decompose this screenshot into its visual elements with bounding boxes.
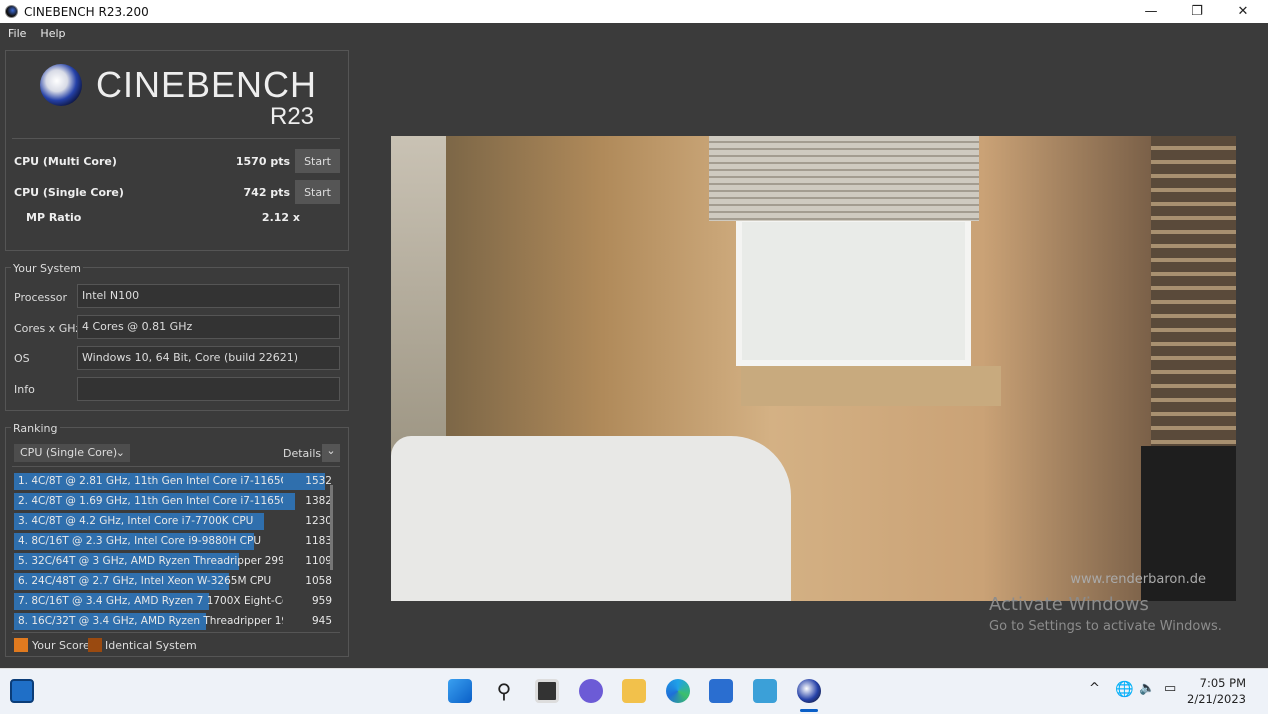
- menu-file[interactable]: File: [8, 27, 26, 40]
- ranking-title: Ranking: [11, 422, 60, 435]
- ranking-label: 8. 16C/32T @ 3.4 GHz, AMD Ryzen Threadri…: [18, 615, 283, 627]
- logo-word: CINEBENCH: [96, 64, 318, 105]
- search-icon[interactable]: ⚲: [492, 679, 516, 703]
- ranking-label: 1. 4C/8T @ 2.81 GHz, 11th Gen Intel Core…: [18, 475, 283, 487]
- dropdown-value: CPU (Single Core): [20, 446, 118, 459]
- chevron-up-icon[interactable]: ^: [1089, 681, 1100, 696]
- activate-windows-title: Activate Windows: [989, 594, 1149, 615]
- ranking-score: 1183: [305, 535, 332, 547]
- battery-icon[interactable]: ▭: [1164, 681, 1176, 696]
- identical-system-legend: Identical System: [105, 639, 197, 652]
- divider: [12, 138, 340, 139]
- your-score-swatch: [14, 638, 28, 652]
- processor-field[interactable]: Intel N100: [77, 284, 340, 308]
- cinebench-taskbar-icon[interactable]: [797, 679, 821, 703]
- multi-core-start-button[interactable]: Start: [295, 149, 340, 173]
- multi-core-score: 1570 pts: [235, 155, 290, 168]
- ranking-score: 1058: [305, 575, 332, 587]
- close-button[interactable]: ✕: [1220, 0, 1266, 23]
- ranking-label: 7. 8C/16T @ 3.4 GHz, AMD Ryzen 7 1700X E…: [18, 595, 283, 607]
- ranking-row[interactable]: 7. 8C/16T @ 3.4 GHz, AMD Ryzen 7 1700X E…: [14, 593, 334, 610]
- volume-icon[interactable]: 🔈: [1139, 681, 1155, 696]
- file-explorer-icon[interactable]: [622, 679, 646, 703]
- activate-windows-subtitle: Go to Settings to activate Windows.: [989, 619, 1222, 634]
- ranking-row[interactable]: 2. 4C/8T @ 1.69 GHz, 11th Gen Intel Core…: [14, 493, 334, 510]
- ranking-label: 5. 32C/64T @ 3 GHz, AMD Ryzen Threadripp…: [18, 555, 283, 567]
- task-view-icon[interactable]: [535, 679, 559, 703]
- chevron-down-icon: ⌄: [115, 446, 125, 459]
- active-indicator: [800, 709, 818, 712]
- single-core-start-button[interactable]: Start: [295, 180, 340, 204]
- clock-time: 7:05 PM: [1199, 676, 1246, 690]
- start-icon[interactable]: [448, 679, 472, 703]
- ranking-score: 945: [311, 615, 332, 627]
- clock-date: 2/21/2023: [1187, 692, 1246, 706]
- single-core-score: 742 pts: [243, 186, 290, 199]
- logo-version: R23: [270, 103, 315, 130]
- render-viewport: www.renderbaron.de: [391, 136, 1236, 601]
- details-toggle-button[interactable]: ⌄: [322, 444, 340, 462]
- divider: [12, 632, 340, 633]
- minimize-button[interactable]: —: [1128, 0, 1174, 23]
- mp-ratio-value: 2.12 x: [261, 211, 300, 224]
- os-label: OS: [14, 352, 30, 365]
- ranking-type-dropdown[interactable]: CPU (Single Core) ⌄: [14, 444, 130, 462]
- os-field[interactable]: Windows 10, 64 Bit, Core (build 22621): [77, 346, 340, 370]
- app-icon[interactable]: [753, 679, 777, 703]
- store-icon[interactable]: [709, 679, 733, 703]
- details-label: Details: [283, 447, 322, 460]
- multi-core-label: CPU (Multi Core): [14, 155, 117, 168]
- ranking-row[interactable]: 8. 16C/32T @ 3.4 GHz, AMD Ryzen Threadri…: [14, 613, 334, 630]
- ranking-score: 959: [311, 595, 332, 607]
- ranking-row[interactable]: 6. 24C/48T @ 2.7 GHz, Intel Xeon W-3265M…: [14, 573, 334, 590]
- cinebench-logo: CINEBENCH: [40, 64, 317, 106]
- chat-icon[interactable]: [579, 679, 603, 703]
- ranking-row[interactable]: 1. 4C/8T @ 2.81 GHz, 11th Gen Intel Core…: [14, 473, 334, 490]
- network-icon[interactable]: 🌐: [1115, 680, 1134, 698]
- title-bar: CINEBENCH R23.200 — ❐ ✕: [0, 0, 1268, 23]
- ranking-label: 3. 4C/8T @ 4.2 GHz, Intel Core i7-7700K …: [18, 515, 254, 527]
- ranking-score: 1382: [305, 495, 332, 507]
- cores-field[interactable]: 4 Cores @ 0.81 GHz: [77, 315, 340, 339]
- clock[interactable]: 7:05 PM 2/21/2023: [1187, 675, 1246, 707]
- your-score-legend: Your Score: [32, 639, 90, 652]
- menu-bar: File Help: [0, 23, 1268, 43]
- ranking-label: 4. 8C/16T @ 2.3 GHz, Intel Core i9-9880H…: [18, 535, 262, 547]
- single-core-label: CPU (Single Core): [14, 186, 124, 199]
- ranking-score: 1532: [305, 475, 332, 487]
- window-title: CINEBENCH R23.200: [24, 4, 149, 19]
- ranking-row[interactable]: 5. 32C/64T @ 3 GHz, AMD Ryzen Threadripp…: [14, 553, 334, 570]
- mp-ratio-label: MP Ratio: [26, 211, 82, 224]
- info-field[interactable]: [77, 377, 340, 401]
- ranking-label: 2. 4C/8T @ 1.69 GHz, 11th Gen Intel Core…: [18, 495, 283, 507]
- maximize-button[interactable]: ❐: [1174, 0, 1220, 23]
- cinebench-app-icon: [5, 5, 18, 18]
- processor-label: Processor: [14, 291, 67, 304]
- ranking-row[interactable]: 3. 4C/8T @ 4.2 GHz, Intel Core i7-7700K …: [14, 513, 334, 530]
- ranking-score: 1230: [305, 515, 332, 527]
- taskbar: ⚲ ^ 🌐 🔈 ▭ 7:05 PM 2/21/2023: [0, 668, 1268, 714]
- ranking-score: 1109: [305, 555, 332, 567]
- identical-system-swatch: [88, 638, 102, 652]
- widgets-icon[interactable]: [10, 679, 34, 703]
- ranking-label: 6. 24C/48T @ 2.7 GHz, Intel Xeon W-3265M…: [18, 575, 272, 587]
- ranking-scrollbar[interactable]: [330, 485, 333, 570]
- info-label: Info: [14, 383, 35, 396]
- your-system-title: Your System: [11, 262, 83, 275]
- divider: [12, 466, 340, 467]
- edge-icon[interactable]: [666, 679, 690, 703]
- menu-help[interactable]: Help: [40, 27, 65, 40]
- render-watermark: www.renderbaron.de: [1070, 572, 1206, 587]
- cores-label: Cores x GHz: [14, 322, 82, 335]
- ranking-row[interactable]: 4. 8C/16T @ 2.3 GHz, Intel Core i9-9880H…: [14, 533, 334, 550]
- cinema4d-logo-icon: [40, 64, 82, 106]
